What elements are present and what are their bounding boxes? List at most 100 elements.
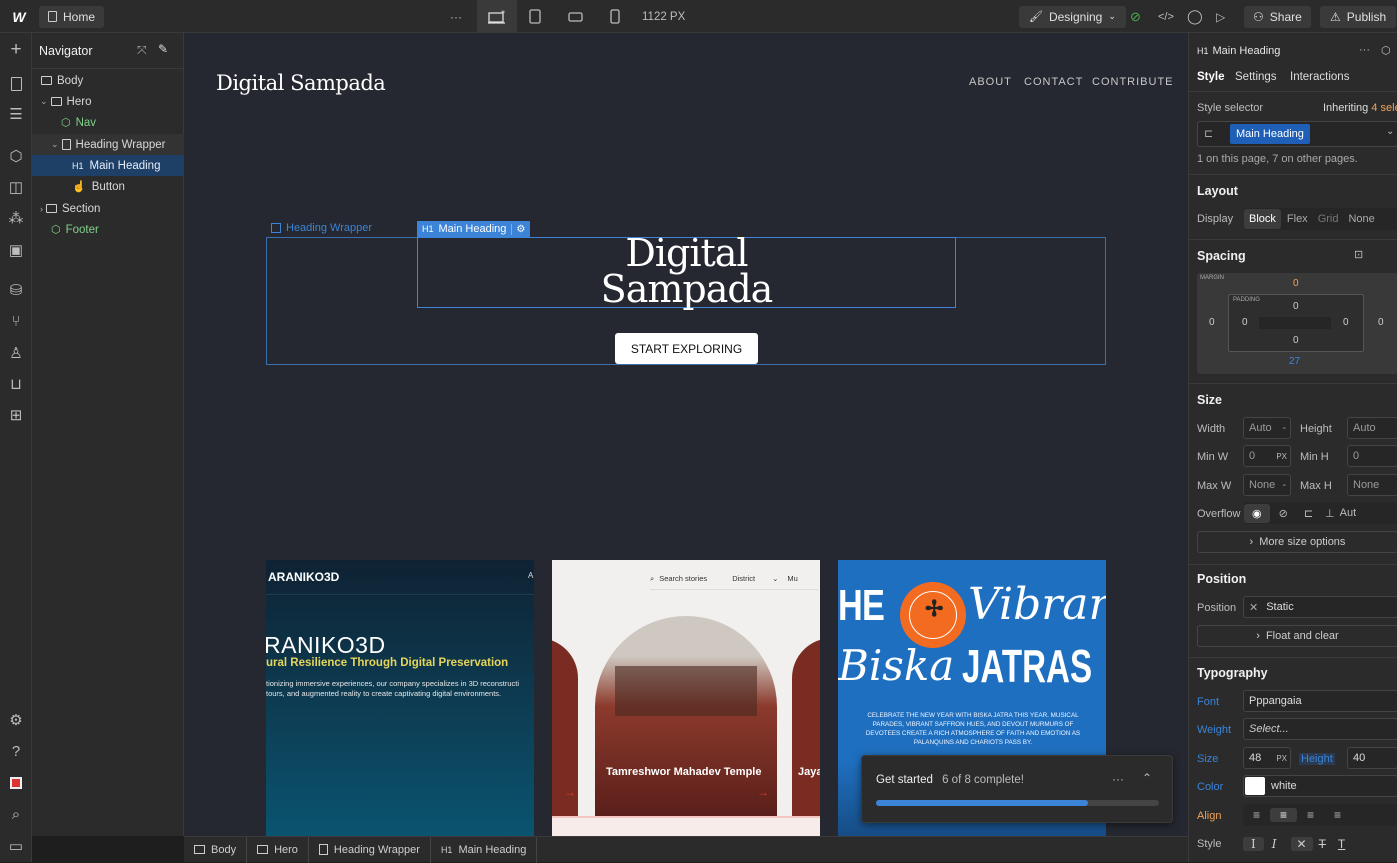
crumb-body[interactable]: Body — [184, 836, 248, 863]
margin-top[interactable]: 0 — [1293, 278, 1299, 289]
line-height-input[interactable]: 40 — [1347, 747, 1397, 769]
share-button[interactable]: ⚇ Share — [1244, 5, 1311, 28]
size-section-title[interactable]: Size — [1197, 393, 1222, 407]
nav-item-main-heading[interactable]: H1 Main Heading — [32, 155, 184, 176]
clip-icon[interactable]: ⊥ — [1320, 507, 1340, 520]
nav-item-hero[interactable]: ⌄ Hero — [32, 91, 184, 112]
chevron-down-icon[interactable]: ⌄ — [40, 96, 48, 107]
min-height-input[interactable]: 0 — [1347, 445, 1397, 467]
nav-item-button[interactable]: ☝ Button — [32, 176, 184, 197]
weight-select[interactable]: Select... — [1243, 718, 1397, 740]
variables-icon[interactable]: ⁂ — [0, 205, 32, 231]
arrow-right-icon[interactable]: → — [564, 785, 576, 799]
display-block-option[interactable]: Block — [1244, 209, 1281, 229]
italic-icon[interactable]: I — [1264, 837, 1285, 851]
logic-icon[interactable]: ⑂ — [0, 308, 32, 334]
crumb-hero[interactable]: Hero — [247, 836, 309, 863]
overflow-toggle[interactable]: ◉ ⊘ ⊏ ⊥ Aut — [1244, 502, 1397, 524]
breakpoint-portrait-button[interactable] — [609, 0, 621, 33]
styles-icon[interactable]: ◫ — [0, 174, 32, 200]
main-heading[interactable]: Digital Sampada — [417, 234, 956, 308]
eye-icon[interactable]: ◉ — [1244, 503, 1270, 523]
padding-left[interactable]: 0 — [1242, 317, 1248, 328]
decoration-none-icon[interactable]: ✕ — [1290, 837, 1313, 851]
typography-section-title[interactable]: Typography — [1197, 666, 1268, 680]
add-icon[interactable]: + — [0, 37, 32, 63]
scroll-icon[interactable]: ⊏ — [1297, 507, 1320, 520]
padding-right[interactable]: 0 — [1343, 317, 1349, 328]
check-status-icon[interactable]: ⊘ — [1130, 0, 1141, 33]
cms-icon[interactable]: ⛁ — [0, 277, 32, 303]
selector-chip[interactable]: Main Heading — [1230, 124, 1310, 144]
assets-icon[interactable]: ▣ — [0, 237, 32, 263]
card-temple-stories[interactable]: ⌕ Search stories District ⌄ Mu Tamreshwo… — [552, 560, 820, 836]
align-center-icon[interactable]: ≡ — [1270, 808, 1298, 822]
stories-search-bar[interactable]: ⌕ Search stories District ⌄ Mu — [650, 568, 818, 590]
align-right-icon[interactable]: ≡ — [1297, 808, 1324, 822]
tab-settings[interactable]: Settings — [1235, 71, 1277, 83]
cube-icon[interactable]: ⬡ — [1381, 44, 1391, 57]
design-canvas[interactable]: Digital Sampada ABOUT CONTACT CONTRIBUTE… — [184, 33, 1188, 836]
site-logo[interactable]: Digital Sampada — [216, 71, 386, 95]
nav-item-nav[interactable]: ⬡ Nav — [32, 112, 184, 133]
spacing-mode-icon[interactable]: ⊡ — [1354, 248, 1363, 261]
text-align-toggle[interactable]: ≡ ≡ ≡ ≡ — [1243, 804, 1397, 826]
users-icon[interactable]: ♙ — [0, 340, 32, 366]
margin-right[interactable]: 0 — [1378, 317, 1384, 328]
layout-section-title[interactable]: Layout — [1197, 184, 1238, 198]
collapse-icon[interactable]: ⤧ — [137, 43, 147, 58]
navigator-icon[interactable]: ☰ — [0, 101, 32, 127]
chevron-down-icon[interactable]: ⌄ — [1386, 126, 1394, 137]
display-toggle[interactable]: Block Flex Grid None — [1244, 208, 1397, 230]
comment-icon[interactable]: ◯ — [1187, 0, 1203, 33]
tab-interactions[interactable]: Interactions — [1290, 71, 1349, 83]
video-icon[interactable]: ▭ — [0, 833, 32, 859]
help-icon[interactable]: ? — [0, 738, 32, 764]
breakpoint-desktop-button[interactable]: * — [477, 0, 517, 33]
max-width-input[interactable]: None - — [1243, 474, 1291, 496]
toast-more-button[interactable]: ··· — [1112, 772, 1124, 786]
pin-icon[interactable]: ✎ — [158, 42, 168, 56]
more-menu-button[interactable]: ··· — [450, 0, 462, 33]
position-select[interactable]: ✕ Static — [1243, 596, 1397, 618]
gear-icon[interactable]: ⚙ — [511, 223, 525, 235]
color-input[interactable]: white — [1243, 775, 1397, 797]
min-width-input[interactable]: 0 PX — [1243, 445, 1291, 467]
chevron-up-icon[interactable]: ⌃ — [1142, 771, 1152, 785]
float-and-clear-button[interactable]: › Float and clear — [1197, 625, 1397, 647]
more-size-options-button[interactable]: › More size options — [1197, 531, 1397, 553]
start-exploring-button[interactable]: START EXPLORING — [615, 333, 758, 364]
code-icon[interactable]: </> — [1158, 0, 1174, 33]
display-flex-option[interactable]: Flex — [1281, 213, 1314, 225]
publish-button[interactable]: ⚠ Publish — [1320, 5, 1397, 28]
site-nav-about[interactable]: ABOUT — [969, 76, 1012, 88]
site-nav-contribute[interactable]: CONTRIBUTE — [1092, 76, 1174, 88]
margin-bottom[interactable]: 27 — [1289, 356, 1300, 367]
align-left-icon[interactable]: ≡ — [1243, 808, 1270, 822]
font-select[interactable]: Pppangaia — [1243, 690, 1397, 712]
display-none-option[interactable]: None — [1342, 213, 1380, 225]
arrow-right-icon[interactable]: → — [757, 785, 769, 799]
site-nav-contact[interactable]: CONTACT — [1024, 76, 1083, 88]
strikethrough-icon[interactable]: T — [1313, 837, 1332, 851]
crumb-heading-wrapper[interactable]: Heading Wrapper — [309, 836, 431, 863]
underline-icon[interactable]: T — [1332, 837, 1351, 851]
nav-item-body[interactable]: Body — [32, 70, 184, 91]
max-height-input[interactable]: None — [1347, 474, 1397, 496]
padding-box[interactable]: PADDING 0 0 0 0 — [1228, 294, 1364, 352]
padding-bottom[interactable]: 0 — [1293, 335, 1299, 346]
apps-icon[interactable]: ⊞ — [0, 402, 32, 428]
get-started-toast[interactable]: Get started 6 of 8 complete! ··· ⌃ — [861, 755, 1173, 823]
width-input[interactable]: Auto - — [1243, 417, 1291, 439]
margin-left[interactable]: 0 — [1209, 317, 1215, 328]
box-model-editor[interactable]: MARGIN 0 0 0 27 PADDING 0 0 0 0 — [1197, 273, 1397, 374]
card-araniko3d[interactable]: ARANIKO3D A RANIKO3D ural Resilience Thr… — [266, 560, 534, 836]
tab-style[interactable]: Style — [1197, 71, 1225, 83]
nav-item-heading-wrapper[interactable]: ⌄ Heading Wrapper — [32, 134, 184, 155]
panel-more-button[interactable]: ··· — [1359, 44, 1370, 56]
mode-dropdown[interactable]: 🖌 Designing ⌄ — [1019, 5, 1126, 28]
height-input[interactable]: Auto — [1347, 417, 1397, 439]
position-section-title[interactable]: Position — [1197, 572, 1246, 586]
inheriting-label[interactable]: Inheriting 4 selecto — [1323, 102, 1397, 114]
chevron-right-icon[interactable]: › — [40, 204, 43, 214]
